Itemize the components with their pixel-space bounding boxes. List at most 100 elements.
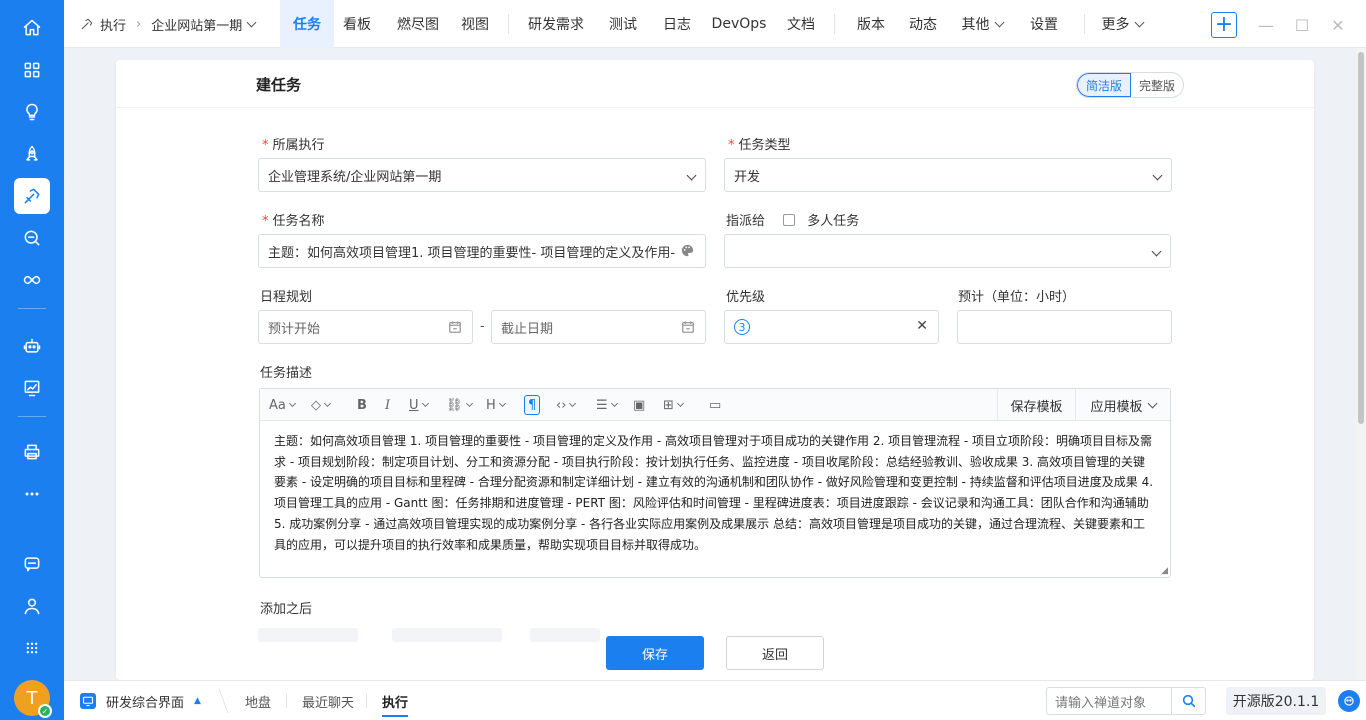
code-icon[interactable]: ‹› [556,395,577,415]
tab-other[interactable]: 其他 [956,0,1008,48]
workspace-switcher[interactable]: 研发综合界面 ▲ [80,681,201,720]
card-header: 建任务 简洁版 完整版 [116,60,1314,108]
form-mode-switch: 简洁版 完整版 [1076,72,1184,98]
schedule-label: 日程规划 [260,290,313,305]
underline-icon[interactable]: U [409,395,429,415]
save-button[interactable]: 保存 [606,636,704,670]
workspace-name: 研发综合界面 [106,695,185,711]
deadline-input[interactable]: 截止日期 [491,310,706,344]
execution-run-icon[interactable] [14,178,50,214]
task-name-input[interactable]: 主题：如何高效项目管理1. 项目管理的重要性- 项目管理的定义及作用- [258,234,706,268]
chevron-down-icon [686,168,697,183]
breadcrumb-project[interactable]: 企业网站第一期 [151,15,242,34]
chart-report-icon[interactable] [14,370,50,406]
tab-settings[interactable]: 设置 [1020,0,1068,48]
tab-view[interactable]: 视图 [454,0,496,48]
heading-icon[interactable]: H [486,395,506,415]
lightbulb-icon[interactable] [14,94,50,130]
task-type-select[interactable]: 开发 [724,158,1172,192]
ai-assistant-icon[interactable] [1338,690,1360,712]
priority-select[interactable]: 3 ✕ [724,310,939,344]
more-dots-icon[interactable] [14,476,50,512]
caret-up-icon: ▲ [194,696,201,706]
rocket-icon[interactable] [14,136,50,172]
tab-tasks[interactable]: 任务 [280,0,334,48]
highlight-color-icon[interactable]: ◇ [311,395,332,415]
tab-docs[interactable]: 文档 [780,0,822,48]
bottom-tab-execution[interactable]: 执行 [382,681,409,720]
search-icon[interactable] [1172,687,1206,715]
tab-more[interactable]: 更多 [1096,0,1148,48]
chevron-down-icon[interactable] [246,17,257,27]
tab-kanban[interactable]: 看板 [336,0,378,48]
apply-template-button[interactable]: 应用模板 [1075,389,1170,421]
resize-handle-icon[interactable]: ◢ [1161,566,1168,576]
chevron-down-icon [1147,398,1157,408]
tab-more-label: 更多 [1101,17,1130,33]
test-search-icon[interactable] [14,220,50,256]
printer-icon[interactable] [14,434,50,470]
apps-grid-icon[interactable] [14,52,50,88]
table-icon[interactable]: ⊞ [663,395,684,415]
devops-infinity-icon[interactable] [14,262,50,298]
tab-activity[interactable]: 动态 [902,0,944,48]
nav-divider [834,14,835,34]
bullet-list-icon[interactable]: ☰ [596,395,618,415]
tab-burndown[interactable]: 燃尽图 [390,0,446,48]
task-name-label-text: 任务名称 [272,214,325,229]
paragraph-icon[interactable]: ¶ [524,395,541,415]
chat-message-icon[interactable] [14,546,50,582]
embed-block-icon[interactable]: ▭ [709,395,721,415]
required-mark: * [262,138,269,153]
estimate-input[interactable] [957,310,1172,344]
page-title: 建任务 [256,76,302,94]
execution-select[interactable]: 企业管理系统/企业网站第一期 [258,158,706,192]
user-avatar[interactable]: T ✓ [14,680,52,718]
editor-toolbar: Aa ◇ B I U ⛓ H ¶ ‹› ☰ ▣ ⊞ ▭ 保存模板 应用模板 [260,389,1170,421]
minimize-window-icon[interactable]: — [1253,12,1279,38]
font-size-icon[interactable]: Aa [269,395,296,415]
multi-assignee-checkbox[interactable] [783,214,796,226]
start-date-input[interactable]: 预计开始 [258,310,473,344]
task-name-label: * 任务名称 [262,210,325,229]
tab-releases[interactable]: 版本 [850,0,892,48]
app-dots-grid-icon[interactable] [14,630,50,666]
user-profile-icon[interactable] [14,588,50,624]
required-mark: * [728,138,735,153]
version-badge[interactable]: 开源版20.1.1 [1226,687,1326,715]
description-content[interactable]: 主题：如何高效项目管理 1. 项目管理的重要性 - 项目管理的定义及作用 - 高… [274,431,1156,555]
tab-test[interactable]: 测试 [602,0,644,48]
description-editor: Aa ◇ B I U ⛓ H ¶ ‹› ☰ ▣ ⊞ ▭ 保存模板 应用模板 主题… [259,388,1171,578]
mode-full-button[interactable]: 完整版 [1131,73,1183,97]
priority-label: 优先级 [726,290,766,305]
multi-assignee-label[interactable]: 多人任务 [807,214,859,229]
bottom-tab-recent-chats[interactable]: 最近聊天 [302,681,354,720]
robot-ai-icon[interactable] [14,328,50,364]
add-plus-icon[interactable]: + [1211,12,1237,38]
priority-badge: 3 [734,319,750,335]
tab-devops[interactable]: DevOps [710,0,768,48]
page-scrollbar-thumb[interactable] [1358,52,1364,424]
bottom-tab-dashboard[interactable]: 地盘 [245,681,271,720]
italic-icon[interactable]: I [385,395,390,415]
home-icon[interactable] [14,10,50,46]
execution-select-value: 企业管理系统/企业网站第一期 [268,169,442,185]
assignee-label: 指派给 多人任务 [726,210,859,229]
maximize-window-icon[interactable]: ☐ [1289,12,1315,38]
close-window-icon[interactable]: ✕ [1325,12,1351,38]
assignee-label-text: 指派给 [726,214,766,229]
back-button[interactable]: 返回 [726,636,824,670]
assignee-select[interactable] [724,234,1171,268]
object-search-input[interactable]: 请输入禅道对象 [1046,687,1172,715]
mode-simple-button[interactable]: 简洁版 [1077,73,1131,97]
clear-close-icon[interactable]: ✕ [916,318,928,334]
tab-requirements[interactable]: 研发需求 [524,0,588,48]
color-palette-icon[interactable] [680,243,695,262]
bold-icon[interactable]: B [357,395,367,415]
tab-log[interactable]: 日志 [656,0,698,48]
image-icon[interactable]: ▣ [633,395,645,415]
save-template-button[interactable]: 保存模板 [997,389,1075,421]
required-mark: * [262,214,269,229]
breadcrumb-module[interactable]: 执行 [100,15,126,34]
link-icon[interactable]: ⛓ [446,395,473,415]
